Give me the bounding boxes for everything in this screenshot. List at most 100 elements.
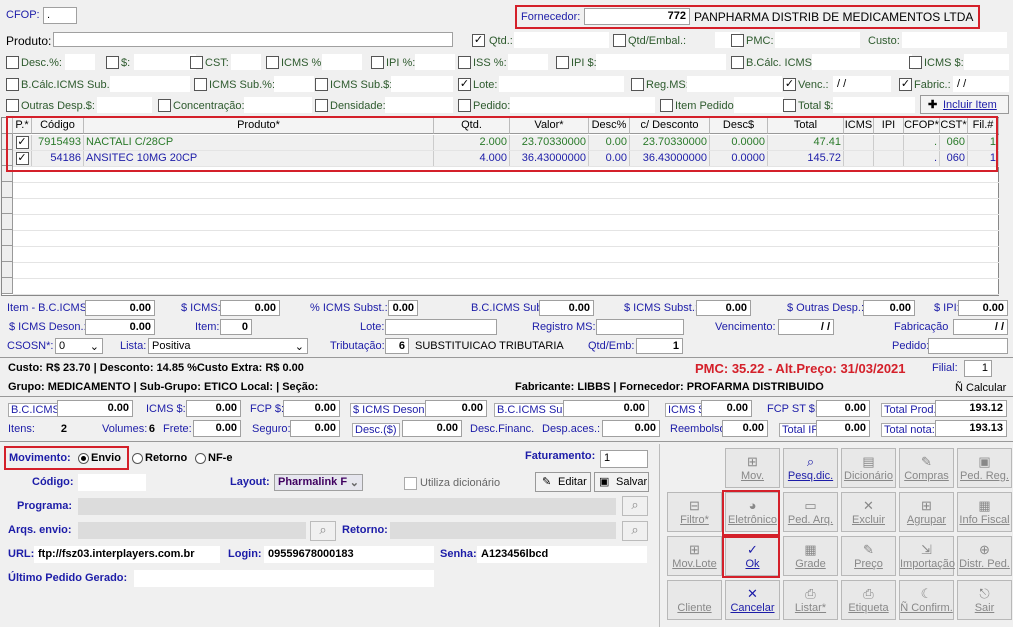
dollar-checkbox[interactable]	[106, 56, 119, 69]
s-icms-input[interactable]: 0.00	[220, 300, 280, 316]
cancelar-button[interactable]: ✕ Cancelar	[725, 580, 780, 620]
agrupar-button[interactable]: ⊞ Agrupar	[899, 492, 954, 532]
ipi-dollar-checkbox[interactable]	[556, 56, 569, 69]
icms-dollar-checkbox[interactable]	[909, 56, 922, 69]
importa-o-button[interactable]: ⇲ Importação	[899, 536, 955, 576]
fcp-s-value[interactable]: 0.00	[283, 400, 340, 417]
iss-pct-input[interactable]	[508, 54, 548, 70]
concentracao-input[interactable]	[244, 97, 312, 113]
s-icms-deson-input[interactable]: 0.00	[85, 319, 155, 335]
s-icms-deson-value[interactable]: 0.00	[425, 400, 487, 417]
codigo-input[interactable]	[78, 474, 146, 491]
info-fiscal-button[interactable]: ▦ Info Fiscal	[957, 492, 1012, 532]
icms-sub-dollar-checkbox[interactable]	[315, 78, 328, 91]
qtd-input[interactable]	[514, 32, 609, 48]
login-input[interactable]: 09559678000183	[264, 546, 434, 563]
mov-button[interactable]: ⊞ Mov.	[725, 448, 780, 488]
vencimento-input[interactable]: / /	[778, 319, 834, 335]
senha-input[interactable]: A123456lbcd	[477, 546, 647, 563]
utiliza-dicionario-checkbox[interactable]	[404, 477, 417, 490]
total-ipi-value[interactable]: 0.00	[816, 420, 870, 437]
icms-dollar-input[interactable]	[964, 54, 1009, 70]
row-selector[interactable]	[2, 246, 13, 262]
lote-input[interactable]	[499, 76, 624, 92]
densidade-input[interactable]	[385, 97, 453, 113]
fabricacao-input[interactable]: / /	[953, 319, 1008, 335]
item-pedido-input[interactable]	[734, 97, 784, 113]
qtd-checkbox[interactable]: ✓	[472, 34, 485, 47]
search-icon[interactable]: ⌕	[310, 521, 336, 541]
icms-sub-dollar-input[interactable]	[391, 76, 453, 92]
listar-button[interactable]: ⎙ Listar*	[783, 580, 838, 620]
fabric-input[interactable]: / /	[953, 76, 1009, 92]
cliente-button[interactable]: Cliente	[667, 580, 722, 620]
pmc-checkbox[interactable]	[731, 34, 744, 47]
total-prod-value[interactable]: 193.12	[935, 400, 1007, 417]
fornecedor-code-input[interactable]: 772	[584, 8, 690, 25]
radio-nfe[interactable]: NF-e	[195, 452, 232, 464]
bc-icms-value[interactable]: 0.00	[57, 400, 133, 417]
item-label-input[interactable]: 0	[220, 319, 252, 335]
faturamento-input[interactable]: 1	[600, 450, 648, 468]
row-selector[interactable]	[2, 230, 13, 246]
mov-lote-button[interactable]: ⊞ Mov.Lote	[667, 536, 722, 576]
fcp-st-value[interactable]: 0.00	[816, 400, 870, 417]
radio-retorno[interactable]: Retorno	[132, 452, 187, 464]
cfop-input[interactable]: .	[43, 7, 77, 24]
cst-input[interactable]	[231, 54, 261, 70]
bcalc-icms-input[interactable]	[812, 54, 912, 70]
arqs-envio-input[interactable]	[78, 522, 306, 539]
programa-input[interactable]	[78, 498, 616, 515]
bc-icms-subst-input[interactable]: 0.00	[539, 300, 594, 316]
csosn-select[interactable]: 0 ⌄	[55, 338, 103, 354]
bc-icms-sub-value[interactable]: 0.00	[563, 400, 649, 417]
pesq-dic-button[interactable]: ⌕ Pesq.dic.	[783, 448, 838, 488]
bcalc-icms-sub-input[interactable]	[110, 76, 190, 92]
row-selector[interactable]	[2, 198, 13, 214]
pedido-input[interactable]	[510, 97, 655, 113]
ipi-pct-checkbox[interactable]	[371, 56, 384, 69]
concentracao-checkbox[interactable]	[158, 99, 171, 112]
icms-sub-pct-input[interactable]	[274, 76, 314, 92]
reg-ms-input[interactable]	[687, 76, 782, 92]
editar-button[interactable]: ✎ Editar	[535, 472, 591, 492]
confirm-button[interactable]: ☾ Ñ Confirm.	[899, 580, 954, 620]
s-ipi-input[interactable]: 0.00	[958, 300, 1008, 316]
row-selector[interactable]	[2, 262, 13, 278]
pedido-checkbox[interactable]	[458, 99, 471, 112]
url-input[interactable]: ftp://fsz03.interplayers.com.br	[34, 546, 220, 563]
s-outras-desp-input[interactable]: 0.00	[863, 300, 915, 316]
desp-aces-value[interactable]: 0.00	[602, 420, 660, 437]
ultimo-pedido-input[interactable]	[134, 570, 434, 587]
grade-button[interactable]: ▦ Grade	[783, 536, 838, 576]
bcalc-icms-sub-checkbox[interactable]	[6, 78, 19, 91]
tributacao-input[interactable]: 6	[385, 338, 409, 354]
dicion-rio-button[interactable]: ▤ Dicionário	[841, 448, 896, 488]
ped-arq-button[interactable]: ▭ Ped. Arq.	[783, 492, 838, 532]
row-selector[interactable]	[2, 182, 13, 198]
item-bc-icms-input[interactable]: 0.00	[85, 300, 155, 316]
excluir-button[interactable]: ✕ Excluir	[841, 492, 896, 532]
desc-pct-input[interactable]	[65, 54, 95, 70]
iss-pct-checkbox[interactable]	[458, 56, 471, 69]
custo-input[interactable]	[902, 32, 1007, 48]
produto-input[interactable]	[53, 32, 453, 47]
desc-value[interactable]: 0.00	[402, 420, 462, 437]
bcalc-icms-checkbox[interactable]	[731, 56, 744, 69]
venc-checkbox[interactable]: ✓	[783, 78, 796, 91]
s-icms-subst-input[interactable]: 0.00	[696, 300, 751, 316]
ped-reg-button[interactable]: ▣ Ped. Reg.	[957, 448, 1012, 488]
search-icon[interactable]: ⌕	[622, 521, 648, 541]
radio-envio[interactable]: Envio	[78, 452, 121, 464]
qtd-emb-input[interactable]: 1	[636, 338, 683, 354]
qtd-embal-checkbox[interactable]	[613, 34, 626, 47]
outras-desp-input[interactable]	[97, 97, 152, 113]
ipi-pct-input[interactable]	[415, 54, 455, 70]
ipi-dollar-input[interactable]	[596, 54, 726, 70]
pedido-input[interactable]	[928, 338, 1008, 354]
compras-button[interactable]: ✎ Compras	[899, 448, 954, 488]
lote-input[interactable]	[385, 319, 497, 335]
icms-sub-pct-checkbox[interactable]	[194, 78, 207, 91]
layout-select[interactable]: Pharmalink F ⌄	[274, 474, 363, 491]
retorno-input[interactable]	[390, 522, 616, 539]
